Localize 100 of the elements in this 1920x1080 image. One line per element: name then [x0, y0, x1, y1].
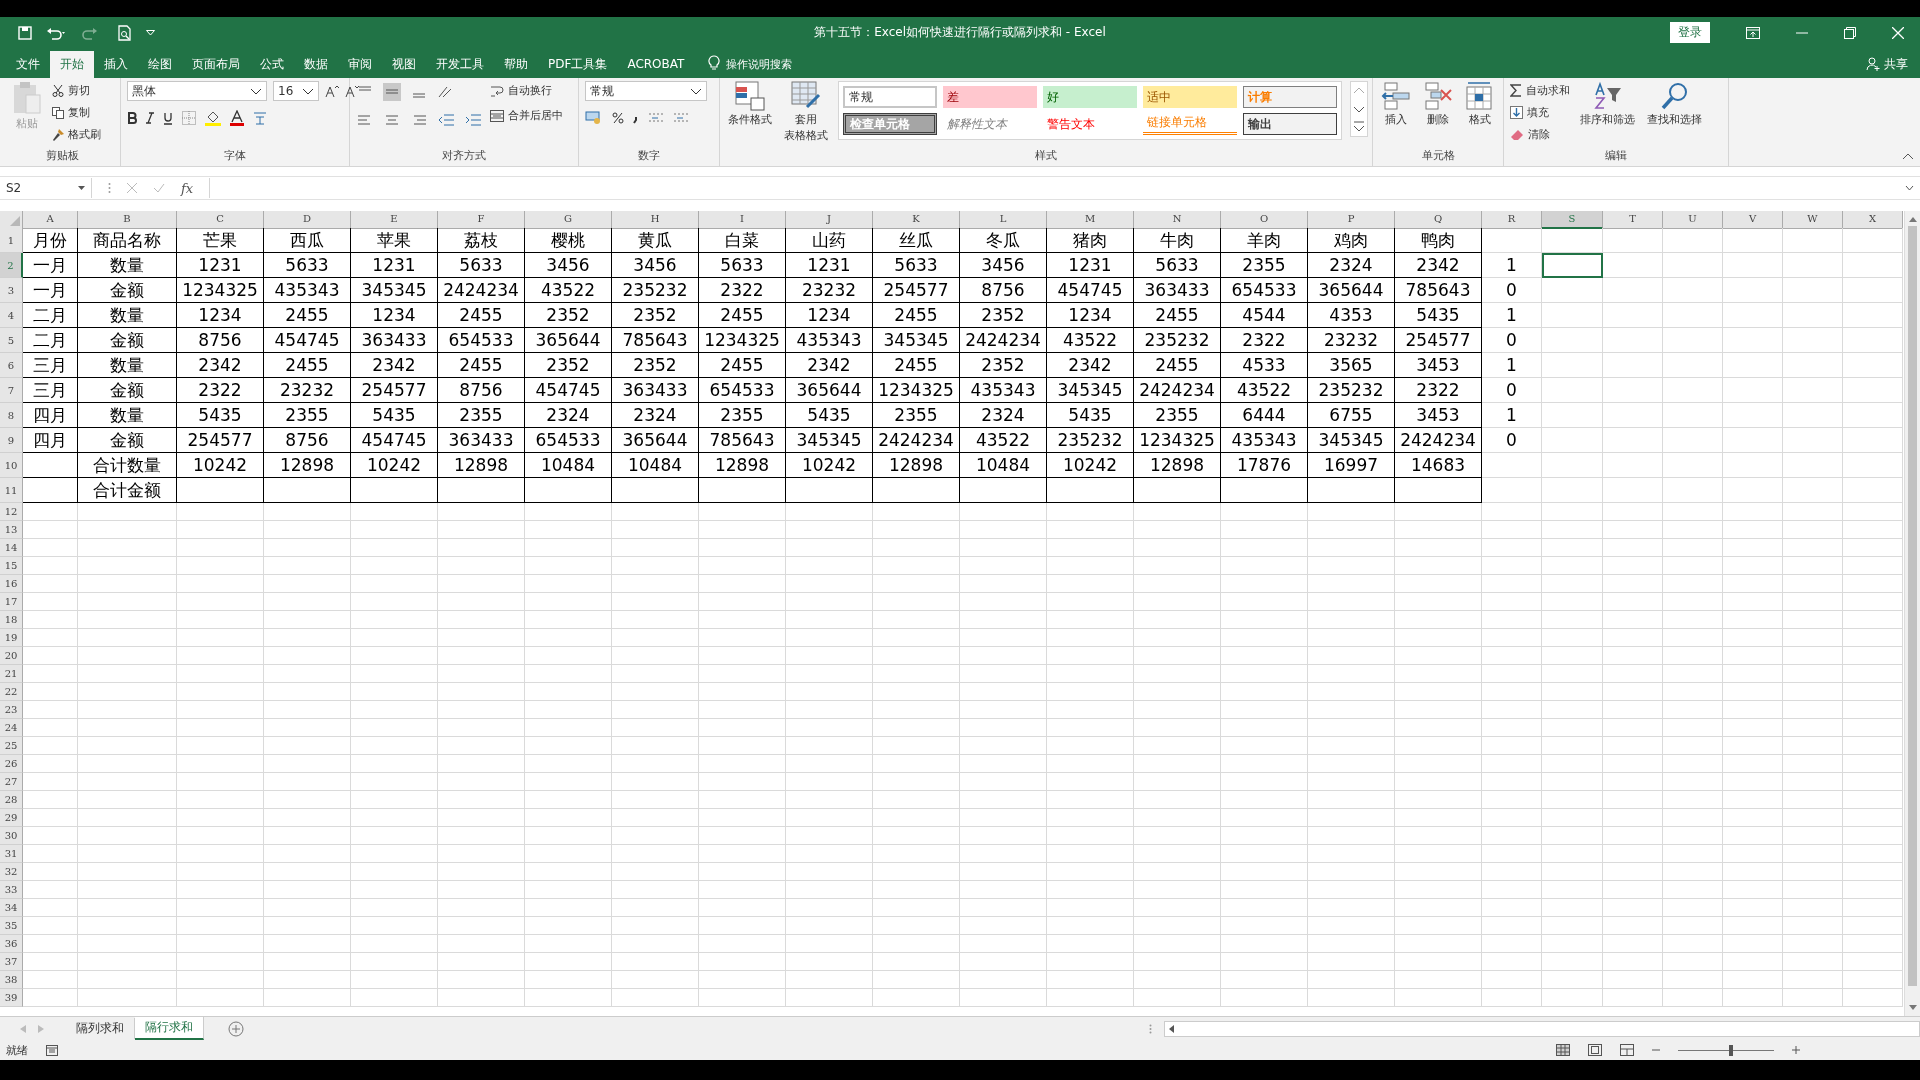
- restore-icon[interactable]: [1844, 26, 1856, 39]
- row-header[interactable]: 28: [0, 791, 23, 809]
- scroll-left-icon[interactable]: [1169, 1024, 1174, 1033]
- cut-button[interactable]: 剪切: [52, 81, 101, 100]
- undo-icon[interactable]: [46, 25, 68, 40]
- row-header[interactable]: 12: [0, 503, 23, 521]
- column-header[interactable]: P: [1308, 211, 1395, 229]
- column-header[interactable]: N: [1134, 211, 1221, 229]
- tell-me-search[interactable]: 操作说明搜索: [726, 51, 793, 78]
- percent-icon[interactable]: [612, 112, 624, 124]
- row-header[interactable]: 19: [0, 629, 23, 647]
- conditional-format-button[interactable]: 条件格式: [726, 81, 774, 127]
- column-header[interactable]: K: [873, 211, 960, 229]
- page-break-icon[interactable]: [1620, 1044, 1634, 1056]
- enter-check-icon[interactable]: [153, 183, 165, 193]
- row-header[interactable]: 29: [0, 809, 23, 827]
- cell-style[interactable]: 常规: [843, 86, 937, 108]
- row-header[interactable]: 2: [0, 253, 23, 278]
- column-header[interactable]: M: [1047, 211, 1134, 229]
- copy-button[interactable]: 复制: [52, 103, 101, 122]
- column-header[interactable]: F: [438, 211, 525, 229]
- scroll-up-icon[interactable]: [1908, 217, 1917, 222]
- row-header[interactable]: 4: [0, 303, 23, 328]
- zoom-in-icon[interactable]: [1792, 1046, 1800, 1054]
- column-header[interactable]: G: [525, 211, 612, 229]
- insert-button[interactable]: 插入: [1379, 81, 1413, 127]
- font-color-icon[interactable]: [230, 110, 244, 126]
- row-header[interactable]: 36: [0, 935, 23, 953]
- row-header[interactable]: 33: [0, 881, 23, 899]
- row-header[interactable]: 30: [0, 827, 23, 845]
- column-header[interactable]: V: [1723, 211, 1783, 229]
- column-header[interactable]: Q: [1395, 211, 1482, 229]
- row-header[interactable]: 7: [0, 378, 23, 403]
- row-header[interactable]: 34: [0, 899, 23, 917]
- column-header[interactable]: J: [786, 211, 873, 229]
- active-cell[interactable]: [1542, 253, 1603, 278]
- scroll-down-icon[interactable]: [1908, 1005, 1917, 1010]
- row-header[interactable]: 6: [0, 353, 23, 378]
- ribbon-tab[interactable]: 数据: [294, 51, 338, 78]
- column-header[interactable]: A: [23, 211, 78, 229]
- ribbon-tab[interactable]: 开始: [50, 51, 94, 78]
- italic-icon[interactable]: [146, 112, 154, 124]
- ribbon-display-icon[interactable]: [1746, 26, 1760, 39]
- customize-caret-icon[interactable]: [146, 29, 155, 36]
- row-header[interactable]: 24: [0, 719, 23, 737]
- row-header[interactable]: 14: [0, 539, 23, 557]
- row-header[interactable]: 15: [0, 557, 23, 575]
- drag-handle-icon[interactable]: [108, 182, 111, 194]
- ribbon-tab[interactable]: 审阅: [338, 51, 382, 78]
- row-header[interactable]: 11: [0, 478, 23, 503]
- column-header[interactable]: S: [1542, 211, 1603, 229]
- ribbon-tab[interactable]: 开发工具: [426, 51, 494, 78]
- print-preview-icon[interactable]: [118, 24, 132, 41]
- insert-function-button[interactable]: fx: [181, 180, 194, 196]
- row-header[interactable]: 13: [0, 521, 23, 539]
- ribbon-tab[interactable]: 绘图: [138, 51, 182, 78]
- row-header[interactable]: 35: [0, 917, 23, 935]
- row-header[interactable]: 22: [0, 683, 23, 701]
- cell-style[interactable]: 解释性文本: [943, 113, 1037, 135]
- column-header[interactable]: X: [1843, 211, 1903, 229]
- cell-style[interactable]: 差: [943, 86, 1037, 108]
- splitter-handle-icon[interactable]: [1149, 1023, 1152, 1034]
- column-header[interactable]: C: [177, 211, 264, 229]
- row-header[interactable]: 32: [0, 863, 23, 881]
- find-select-button[interactable]: 查找和选择: [1645, 81, 1704, 127]
- ribbon-tab[interactable]: ACROBAT: [617, 51, 695, 78]
- format-as-table-button[interactable]: 套用 表格格式: [782, 81, 830, 143]
- increase-indent-icon[interactable]: [464, 113, 482, 127]
- row-header[interactable]: 31: [0, 845, 23, 863]
- ribbon-tab[interactable]: 文件: [6, 51, 50, 78]
- decrease-indent-icon[interactable]: [437, 113, 455, 127]
- row-header[interactable]: 17: [0, 593, 23, 611]
- clear-button[interactable]: 清除: [1510, 125, 1570, 144]
- cell-style[interactable]: 警告文本: [1043, 113, 1137, 135]
- ribbon-tab[interactable]: 页面布局: [182, 51, 250, 78]
- number-format-dropdown[interactable]: 常规: [585, 81, 707, 101]
- macro-record-icon[interactable]: [46, 1044, 58, 1056]
- page-layout-icon[interactable]: [1588, 1044, 1602, 1056]
- row-header[interactable]: 26: [0, 755, 23, 773]
- format-button[interactable]: 格式: [1463, 81, 1497, 127]
- sort-filter-button[interactable]: 排序和筛选: [1578, 81, 1637, 127]
- row-header[interactable]: 37: [0, 953, 23, 971]
- cell-style[interactable]: 好: [1043, 86, 1137, 108]
- underline-icon[interactable]: [163, 111, 173, 125]
- save-icon[interactable]: [18, 25, 32, 40]
- collapse-ribbon-icon[interactable]: [1902, 153, 1914, 160]
- expand-caret-icon[interactable]: [1905, 185, 1914, 191]
- shrink-font-icon[interactable]: [345, 84, 359, 98]
- fill-button[interactable]: 填充: [1510, 103, 1570, 122]
- font-name-dropdown[interactable]: 黑体: [127, 81, 267, 101]
- cell-style[interactable]: 适中: [1143, 86, 1237, 108]
- column-header[interactable]: E: [351, 211, 438, 229]
- cell-style[interactable]: 输出: [1243, 113, 1337, 135]
- merge-center-button[interactable]: 合并后居中: [490, 106, 563, 125]
- column-header[interactable]: I: [699, 211, 786, 229]
- font-size-dropdown[interactable]: 16: [273, 81, 319, 101]
- sheet-tab[interactable]: 隔行求和: [135, 1017, 204, 1040]
- normal-view-icon[interactable]: [1556, 1044, 1570, 1056]
- row-header[interactable]: 9: [0, 428, 23, 453]
- share-person-icon[interactable]: [1866, 57, 1880, 71]
